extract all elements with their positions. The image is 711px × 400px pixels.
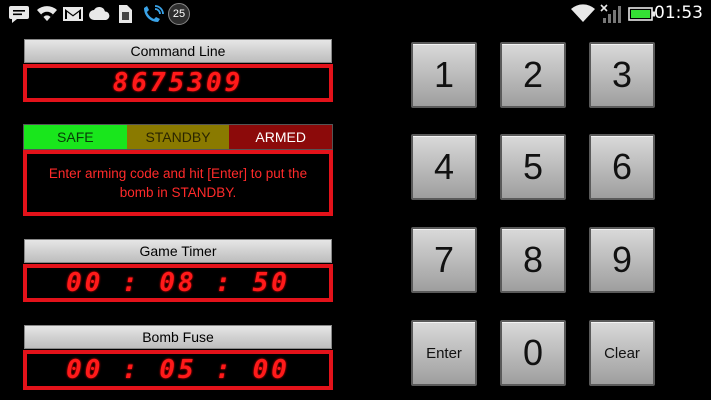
game-timer-header: Game Timer <box>24 239 332 263</box>
wifi-icon <box>37 6 57 21</box>
state-indicator-bar: SAFE STANDBY ARMED <box>23 124 333 150</box>
cell-signal-icon <box>600 4 621 23</box>
message-icon <box>9 6 29 23</box>
game-timer-value: 00 : 08 : 50 <box>66 268 290 298</box>
clear-button[interactable]: Clear <box>589 320 655 386</box>
game-timer-label: Game Timer <box>139 243 217 259</box>
key-9-button[interactable]: 9 <box>589 227 655 293</box>
state-armed: ARMED <box>229 125 333 149</box>
state-standby: STANDBY <box>126 125 230 149</box>
clock-time: 01:53 <box>654 3 703 23</box>
bomb-fuse-display: 00 : 05 : 00 <box>23 350 333 390</box>
key-0-button[interactable]: 0 <box>500 320 566 386</box>
sim-icon <box>119 5 132 23</box>
instruction-message-box: Enter arming code and hit [Enter] to put… <box>23 150 333 216</box>
gmail-icon <box>63 7 83 21</box>
command-line-display[interactable]: 8675309 <box>23 64 333 102</box>
game-timer-display: 00 : 08 : 50 <box>23 264 333 302</box>
wifi-signal-icon <box>571 4 595 23</box>
clock-badge-icon: 25 <box>168 3 190 25</box>
bomb-fuse-header: Bomb Fuse <box>24 325 332 349</box>
state-safe: SAFE <box>24 125 127 149</box>
key-8-button[interactable]: 8 <box>500 227 566 293</box>
key-4-button[interactable]: 4 <box>411 134 477 200</box>
battery-icon <box>628 7 655 21</box>
key-1-button[interactable]: 1 <box>411 42 477 108</box>
phone-wifi-icon <box>144 5 164 22</box>
key-5-button[interactable]: 5 <box>500 134 566 200</box>
key-2-button[interactable]: 2 <box>500 42 566 108</box>
status-bar: 25 01:53 <box>0 0 711 28</box>
command-line-value: 8675309 <box>112 68 244 98</box>
key-7-button[interactable]: 7 <box>411 227 477 293</box>
key-6-button[interactable]: 6 <box>589 134 655 200</box>
cloud-icon <box>89 7 110 21</box>
notification-count: 25 <box>172 8 186 20</box>
enter-button[interactable]: Enter <box>411 320 477 386</box>
key-3-button[interactable]: 3 <box>589 42 655 108</box>
bomb-fuse-label: Bomb Fuse <box>142 329 214 345</box>
command-line-label: Command Line <box>130 43 226 59</box>
command-line-header: Command Line <box>24 39 332 63</box>
bomb-fuse-value: 00 : 05 : 00 <box>66 355 290 385</box>
instruction-message: Enter arming code and hit [Enter] to put… <box>48 166 308 200</box>
